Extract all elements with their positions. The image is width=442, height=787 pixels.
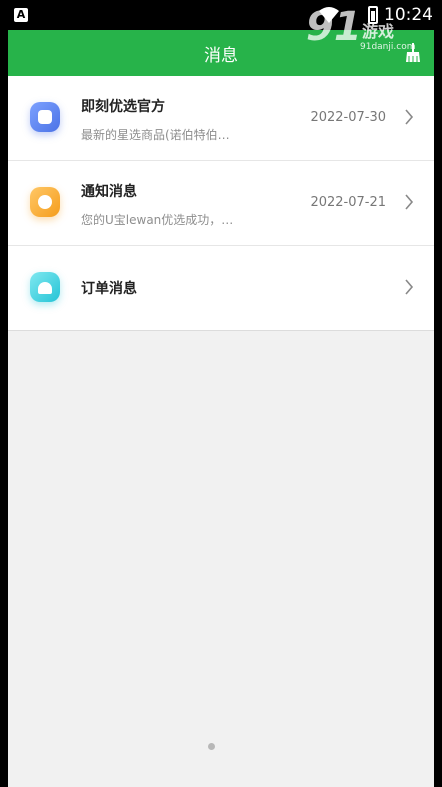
message-title: 通知消息: [81, 184, 137, 200]
message-list: 即刻优选官方 最新的星选商品(诺伯特伯… 2022-07-30 通知消息 您的U…: [8, 76, 434, 331]
page-title: 消息: [204, 46, 238, 66]
message-date: 2022-07-30: [310, 110, 386, 125]
message-date: 2022-07-21: [310, 195, 386, 210]
message-preview: 最新的星选商品(诺伯特伯…: [81, 128, 230, 142]
page-indicator-dot: [208, 743, 215, 750]
app-screen: 消息 即刻优选官方 最新的星选商品(诺伯特伯… 2022-07-30 通知消息 …: [8, 30, 434, 787]
broom-clear-icon[interactable]: [404, 42, 422, 64]
notification-badge: A: [14, 8, 28, 22]
chevron-right-icon: [405, 109, 414, 125]
status-bar: A 10:24: [0, 0, 442, 30]
chevron-right-icon: [405, 194, 414, 210]
app-bar: 消息: [8, 30, 434, 76]
message-row-notification[interactable]: 通知消息 您的U宝lewan优选成功，… 2022-07-21: [8, 161, 434, 246]
message-title: 即刻优选官方: [81, 99, 165, 115]
message-preview: 您的U宝lewan优选成功，…: [81, 213, 234, 227]
shopping-bag-icon: [30, 102, 60, 132]
message-title: 订单消息: [81, 281, 137, 297]
message-row-official[interactable]: 即刻优选官方 最新的星选商品(诺伯特伯… 2022-07-30: [8, 76, 434, 161]
status-time: 10:24: [384, 5, 433, 25]
message-row-orders[interactable]: 订单消息: [8, 246, 434, 331]
wifi-icon: [319, 7, 339, 23]
battery-icon: [368, 6, 378, 24]
notification-icon: [30, 187, 60, 217]
chevron-right-icon: [405, 279, 414, 295]
order-icon: [30, 272, 60, 302]
